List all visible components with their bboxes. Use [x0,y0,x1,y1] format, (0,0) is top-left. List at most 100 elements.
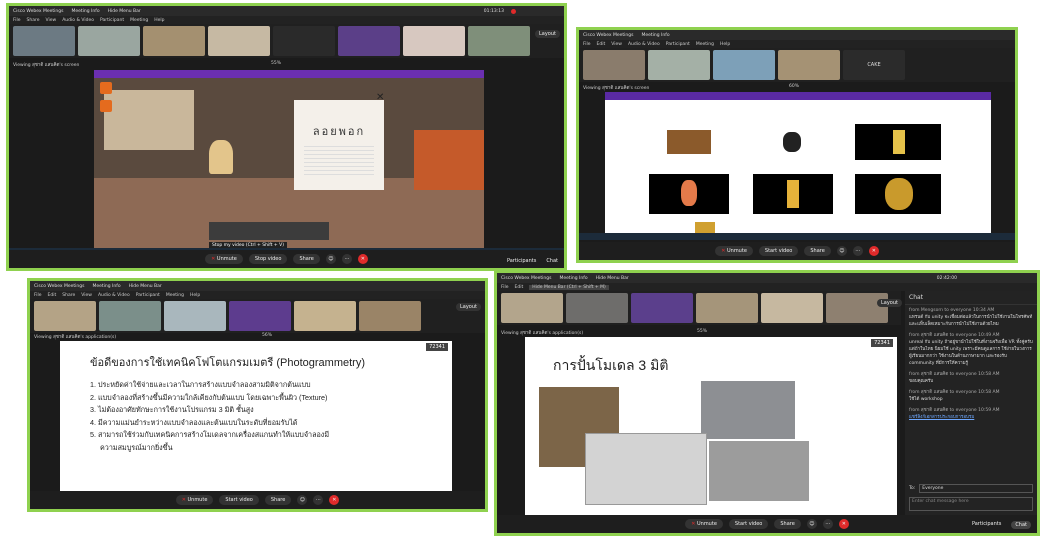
leave-meeting-icon[interactable]: ✕ [329,495,340,505]
unmute-button[interactable]: ✕ Unmute [175,495,214,505]
more-options-icon[interactable]: ··· [341,254,352,264]
leave-meeting-icon[interactable]: ✕ [868,246,879,256]
hotspot-icon[interactable] [100,100,112,112]
participant-tile[interactable] [34,301,96,331]
participant-tile[interactable] [631,293,693,323]
menu-file[interactable]: File [501,285,509,290]
reactions-icon[interactable]: ☺ [806,519,817,529]
participant-tile[interactable] [273,26,335,56]
model-thumb[interactable] [855,124,941,160]
meeting-info-button[interactable]: Meeting Info [71,9,99,14]
model-thumb[interactable] [649,124,729,160]
share-button[interactable]: Share [774,519,801,529]
recipient-select[interactable]: Everyone [919,484,1033,493]
participants-button[interactable]: Participants [507,258,536,264]
reactions-icon[interactable]: ☺ [836,246,847,256]
menu-meeting[interactable]: Meeting [130,18,148,23]
participant-tile[interactable] [294,301,356,331]
participant-tile[interactable] [778,50,840,80]
unmute-button[interactable]: ✕ Unmute [715,246,753,256]
participant-tile[interactable] [229,301,291,331]
menu-audio-video[interactable]: Audio & Video [628,42,660,47]
reactions-icon[interactable]: ☺ [325,254,336,264]
meeting-info-button[interactable]: Meeting Info [641,33,669,38]
model-thumb[interactable] [753,124,833,160]
unmute-button[interactable]: ✕ Unmute [205,254,243,264]
menu-participant[interactable]: Participant [666,42,690,47]
start-video-button[interactable]: Start video [219,495,259,505]
menu-meeting[interactable]: Meeting [696,42,714,47]
menu-share[interactable]: Share [27,18,40,23]
participant-tile[interactable] [696,293,758,323]
participant-tile[interactable] [501,293,563,323]
chat-button[interactable]: Chat [1011,521,1031,529]
hide-menu-bar-button[interactable]: Hide Menu Bar [129,284,162,289]
model-thumb[interactable] [855,174,941,214]
leave-meeting-icon[interactable]: ✕ [838,519,849,529]
participant-tile[interactable] [648,50,710,80]
unmute-button[interactable]: ✕ Unmute [685,519,723,529]
chat-input[interactable]: Enter chat message here [909,497,1033,511]
participant-tile[interactable] [99,301,161,331]
reactions-icon[interactable]: ☺ [297,495,308,505]
participant-tile[interactable] [713,50,775,80]
menu-edit[interactable]: Edit [48,293,57,298]
hotspot-icon[interactable] [100,82,112,94]
menu-audio-video[interactable]: Audio & Video [98,293,130,298]
meeting-info-button[interactable]: Meeting Info [92,284,120,289]
zoom-level[interactable]: 55% [271,61,281,66]
participant-tile[interactable] [143,26,205,56]
menu-view[interactable]: View [46,18,57,23]
participant-tile[interactable] [403,26,465,56]
share-button[interactable]: Share [293,254,320,264]
participant-tile[interactable] [338,26,400,56]
scene-thumbnails[interactable] [209,222,329,240]
participant-tile[interactable] [164,301,226,331]
participant-tile[interactable] [761,293,823,323]
menu-view[interactable]: View [611,42,622,47]
menu-file[interactable]: File [583,42,591,47]
menu-help[interactable]: Help [720,42,730,47]
share-button[interactable]: Share [264,495,292,505]
menu-view[interactable]: View [81,293,92,298]
participant-tile[interactable] [208,26,270,56]
more-options-icon[interactable]: ··· [313,495,324,505]
menu-meeting[interactable]: Meeting [166,293,184,298]
zoom-level[interactable]: 55% [697,329,707,334]
menu-help[interactable]: Help [154,18,164,23]
menu-file[interactable]: File [34,293,42,298]
zoom-level[interactable]: 60% [789,84,799,89]
menu-edit[interactable]: Edit [597,42,606,47]
close-icon[interactable]: ✕ [376,92,384,103]
participants-button[interactable]: Participants [972,521,1001,529]
participant-tile[interactable] [359,301,421,331]
menu-share[interactable]: Share [62,293,75,298]
start-video-button[interactable]: Start video [758,246,799,256]
share-button[interactable]: Share [804,246,831,256]
participant-tile[interactable] [566,293,628,323]
participant-tile[interactable] [13,26,75,56]
menu-audio-video[interactable]: Audio & Video [62,18,94,23]
model-thumb[interactable] [753,174,833,214]
model-thumb[interactable] [649,174,729,214]
more-options-icon[interactable]: ··· [852,246,863,256]
participant-tile[interactable]: CAKE [843,50,905,80]
layout-button[interactable]: Layout [535,30,560,38]
start-video-button[interactable]: Start video [728,519,769,529]
chat-button[interactable]: Chat [546,258,558,264]
participant-tile[interactable] [583,50,645,80]
participant-tile[interactable] [468,26,530,56]
leave-meeting-icon[interactable]: ✕ [357,254,368,264]
chat-link[interactable]: แชร์ลิงก์เอกสารประกอบการอบรม [909,413,1033,420]
menu-edit[interactable]: Edit [515,285,524,290]
more-options-icon[interactable]: ··· [822,519,833,529]
menu-file[interactable]: File [13,18,21,23]
stop-video-button[interactable]: Stop video [248,254,288,264]
layout-button[interactable]: Layout [456,303,481,311]
layout-button[interactable]: Layout [877,299,902,307]
meeting-info-button[interactable]: Meeting Info [559,276,587,281]
menu-help[interactable]: Help [190,293,200,298]
participant-tile[interactable] [826,293,888,323]
menu-participant[interactable]: Participant [100,18,124,23]
menu-participant[interactable]: Participant [136,293,160,298]
